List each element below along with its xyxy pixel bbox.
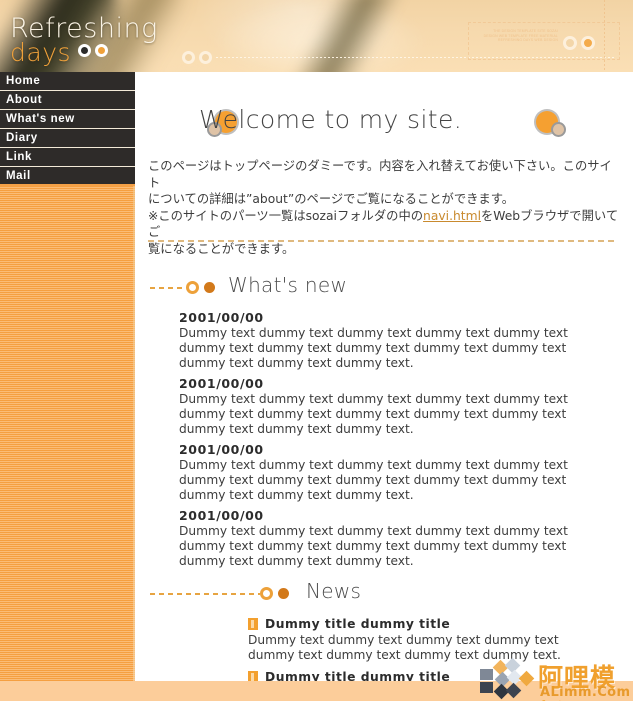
intro-line-4: 覧になることができます。 xyxy=(148,241,295,256)
section-header-news: News xyxy=(148,579,478,608)
main-content: Welcome to my site. このページはトップページのダミーです。内… xyxy=(135,72,633,684)
sidebar-item-diary[interactable]: Diary xyxy=(0,129,135,148)
whats-new-list: 2001/00/00 Dummy text dummy text dummy t… xyxy=(179,310,613,574)
entry-body: Dummy text dummy text dummy text dummy t… xyxy=(179,392,568,436)
entry-body: Dummy text dummy text dummy text dummy t… xyxy=(179,458,568,502)
entry-body: Dummy text dummy text dummy text dummy t… xyxy=(179,326,568,370)
intro-line-1: このページはトップページのダミーです。内容を入れ替えてお使い下さい。このサイト xyxy=(148,159,612,190)
site-header: Refreshing days THE DESIGN TEMPLATE SITE… xyxy=(0,0,633,72)
entry-date: 2001/00/00 xyxy=(179,310,264,325)
header-corner-dot-orange-icon xyxy=(581,36,595,50)
header-blur-streak-3 xyxy=(250,0,430,72)
section-header-whats-new: What's new xyxy=(148,273,448,302)
section-ring-icon xyxy=(186,281,199,294)
header-corner-dot-icon xyxy=(563,36,577,50)
sidebar-item-mail[interactable]: Mail xyxy=(0,167,135,186)
sidebar-item-about[interactable]: About xyxy=(0,91,135,110)
list-item: 2001/00/00 Dummy text dummy text dummy t… xyxy=(179,508,613,569)
entry-date: 2001/00/00 xyxy=(179,376,264,391)
list-item: 2001/00/00 Dummy text dummy text dummy t… xyxy=(179,376,613,437)
list-item: 2001/00/00 Dummy text dummy text dummy t… xyxy=(179,310,613,371)
entry-body: Dummy text dummy text dummy text dummy t… xyxy=(179,524,568,568)
logo-dot-orange-icon xyxy=(95,44,108,57)
watermark-logo-icon xyxy=(480,657,540,700)
section-title: News xyxy=(306,579,362,603)
section-ring-icon xyxy=(260,587,273,600)
entry-date: 2001/00/00 xyxy=(179,508,264,523)
intro-line-2: についての詳細は”about”のページでご覧になることができます。 xyxy=(148,192,515,206)
section-dashed-line xyxy=(150,287,186,289)
navi-html-link[interactable]: navi.html xyxy=(423,209,481,223)
section-dashed-line xyxy=(150,593,260,595)
page-title: Welcome to my site. xyxy=(199,105,463,134)
welcome-decoration-right-icon xyxy=(536,111,570,141)
sidebar-item-home[interactable]: Home xyxy=(0,72,135,91)
page-root: Refreshing days THE DESIGN TEMPLATE SITE… xyxy=(0,0,633,701)
sidebar-item-whats-new[interactable]: What's new xyxy=(0,110,135,129)
sidebar-item-link[interactable]: Link xyxy=(0,148,135,167)
header-dot-pale-2-icon xyxy=(199,51,212,64)
intro-line-3a: ※このサイトのパーツ一覧はsozaiフォルダの中の xyxy=(148,208,424,223)
section-dot-icon xyxy=(278,588,289,599)
header-micro-caption: THE DESIGN TEMPLATE SITE SOZAI DESIGN WE… xyxy=(483,29,558,43)
content-divider xyxy=(148,240,617,242)
news-title: Dummy title dummy title xyxy=(265,617,451,631)
watermark-text-en: ALimm.Com xyxy=(540,685,631,700)
list-item: 2001/00/00 Dummy text dummy text dummy t… xyxy=(179,442,613,503)
watermark: 阿哩模板 ALimm.Com xyxy=(480,657,633,701)
header-dot-pale-icon xyxy=(182,51,195,64)
main-navigation: Home About What's new Diary Link Mail xyxy=(0,72,135,186)
list-item: Dummy title dummy title Dummy text dummy… xyxy=(248,617,608,663)
logo-dot-white-icon xyxy=(78,44,91,57)
section-dot-icon xyxy=(204,282,215,293)
site-logo-secondary: days xyxy=(10,38,72,67)
news-bullet-icon xyxy=(248,618,258,630)
header-vertical-dotted-rule xyxy=(604,0,605,72)
entry-date: 2001/00/00 xyxy=(179,442,264,457)
section-title: What's new xyxy=(228,273,348,297)
intro-paragraph: このページはトップページのダミーです。内容を入れ替えてお使い下さい。このサイト … xyxy=(148,158,622,257)
